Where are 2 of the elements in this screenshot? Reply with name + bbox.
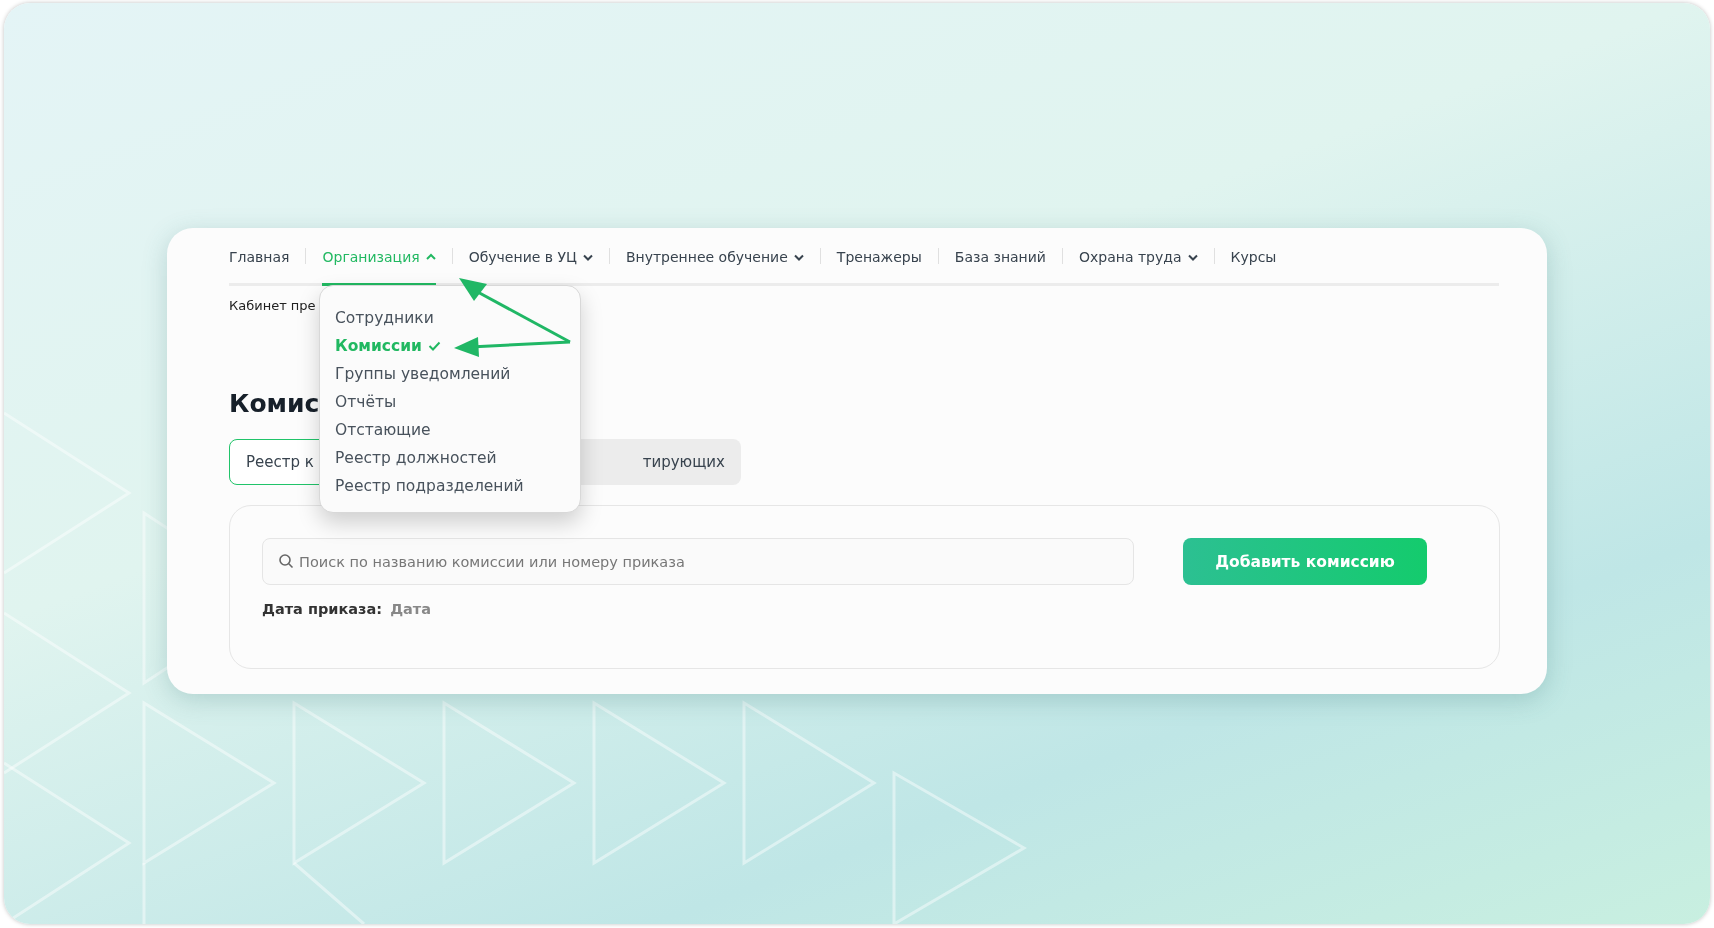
date-filter-label: Дата приказа: (262, 601, 383, 617)
page-title: Комис (229, 389, 320, 419)
